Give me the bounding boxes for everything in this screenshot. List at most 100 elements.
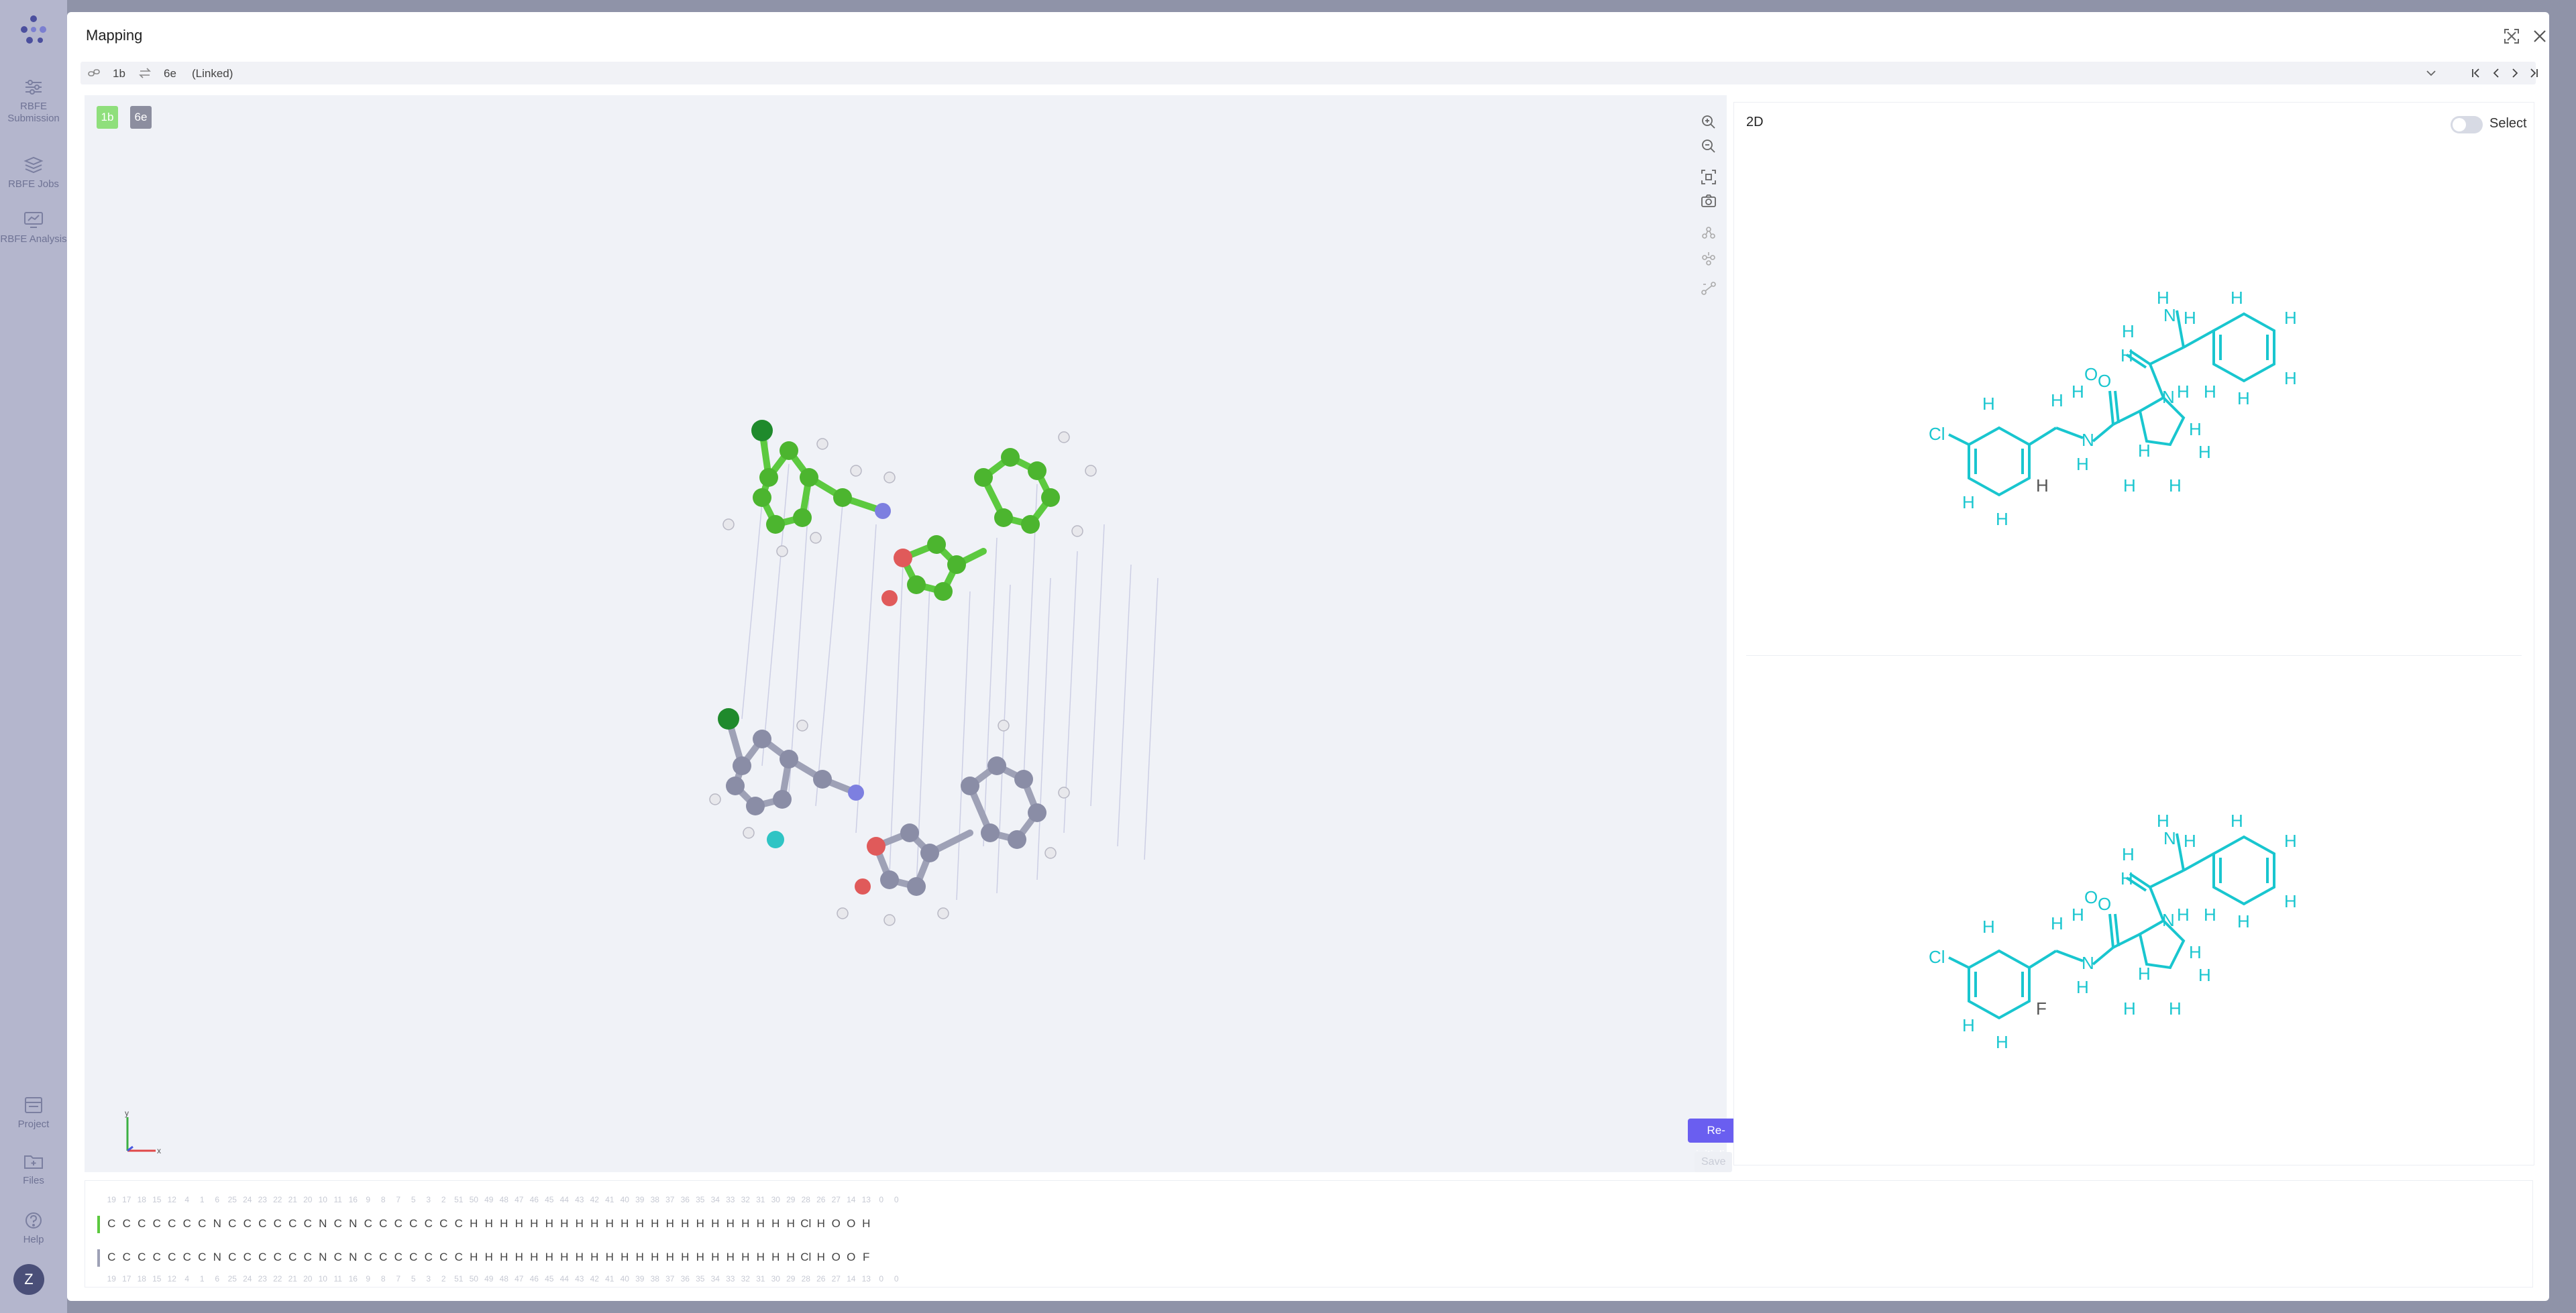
atom-cell[interactable]: H — [466, 1251, 482, 1264]
atom-cell[interactable]: H — [587, 1251, 602, 1264]
last-pair-icon[interactable] — [2528, 67, 2540, 79]
atom-cell[interactable]: H — [557, 1251, 572, 1264]
atom-cell[interactable]: H — [663, 1251, 678, 1264]
atom-cell[interactable]: N — [315, 1251, 331, 1264]
atom-cell[interactable]: C — [104, 1217, 119, 1231]
atom-cell[interactable]: C — [164, 1251, 180, 1264]
atom-cell[interactable]: H — [678, 1217, 693, 1231]
molecule-style-2-icon[interactable] — [1699, 248, 1718, 267]
atom-cell[interactable]: H — [723, 1251, 739, 1264]
atom-cell[interactable]: C — [376, 1217, 391, 1231]
atom-cell[interactable]: C — [150, 1251, 165, 1264]
atom-cell[interactable]: C — [361, 1251, 376, 1264]
atom-cell[interactable]: C — [195, 1217, 210, 1231]
ligand-a-tag[interactable]: 1b — [97, 106, 118, 129]
atom-cell[interactable]: C — [225, 1217, 240, 1231]
atom-cell[interactable]: H — [527, 1251, 542, 1264]
atom-cell[interactable]: H — [542, 1251, 557, 1264]
atom-cell[interactable]: H — [617, 1217, 633, 1231]
sidebar-item-rbfe-jobs[interactable]: RBFE Jobs — [0, 156, 67, 190]
fit-view-icon[interactable] — [1699, 168, 1718, 186]
atom-cell[interactable]: N — [210, 1217, 225, 1231]
atom-cell[interactable]: H — [753, 1251, 769, 1264]
atom-cell[interactable]: N — [315, 1217, 331, 1231]
atom-cell[interactable]: Cl — [798, 1251, 814, 1264]
atom-cell[interactable]: C — [240, 1251, 256, 1264]
atom-cell[interactable]: H — [617, 1251, 633, 1264]
sidebar-item-rbfe-submission[interactable]: RBFE Submission — [0, 78, 67, 125]
atom-cell[interactable]: C — [285, 1217, 301, 1231]
atom-cell[interactable]: H — [602, 1217, 618, 1231]
atom-cell[interactable]: C — [180, 1251, 195, 1264]
atom-cell[interactable]: H — [768, 1217, 784, 1231]
pair-selector[interactable]: 1b 6e (Linked) — [80, 62, 2538, 84]
atom-cell[interactable]: H — [527, 1217, 542, 1231]
atom-cell[interactable]: C — [240, 1217, 256, 1231]
atom-cell[interactable]: C — [301, 1251, 316, 1264]
atom-cell[interactable]: H — [678, 1251, 693, 1264]
atom-cell[interactable]: C — [255, 1251, 270, 1264]
atom-cell[interactable]: H — [542, 1217, 557, 1231]
atom-cell[interactable]: C — [451, 1251, 467, 1264]
atom-cell[interactable]: C — [134, 1251, 150, 1264]
atom-cell[interactable]: H — [738, 1217, 753, 1231]
atom-cell[interactable]: O — [828, 1251, 844, 1264]
sequence-row-ligand-a[interactable]: CCCCCCCNCCCCCCNCNCCCCCCCHHHHHHHHHHHHHHHH… — [97, 1216, 874, 1236]
atom-cell[interactable]: H — [633, 1251, 648, 1264]
atom-cell[interactable]: H — [602, 1251, 618, 1264]
atom-cell[interactable]: N — [345, 1251, 361, 1264]
atom-cell[interactable]: C — [180, 1217, 195, 1231]
chevron-down-icon[interactable] — [2424, 67, 2438, 79]
atom-cell[interactable]: H — [496, 1217, 512, 1231]
sequence-row-ligand-b[interactable]: CCCCCCCNCCCCCCNCNCCCCCCCHHHHHHHHHHHHHHHH… — [97, 1249, 874, 1269]
atom-cell[interactable]: C — [270, 1217, 286, 1231]
atom-cell[interactable]: H — [572, 1217, 588, 1231]
atom-cell[interactable]: C — [436, 1251, 451, 1264]
atom-cell[interactable]: C — [391, 1251, 407, 1264]
atom-cell[interactable]: O — [844, 1217, 859, 1231]
sidebar-item-rbfe-analysis[interactable]: RBFE Analysis — [0, 211, 67, 245]
atom-cell[interactable]: C — [451, 1217, 467, 1231]
atom-cell[interactable]: H — [708, 1251, 723, 1264]
atom-cell[interactable]: N — [345, 1217, 361, 1231]
atom-cell[interactable]: F — [859, 1251, 874, 1264]
ligand-b-2d-structure[interactable]: ClHH HHH NHO NHH HHH OHH HN H HHH HHH F — [1895, 760, 2365, 1108]
atom-cell[interactable]: C — [331, 1251, 346, 1264]
zoom-out-icon[interactable] — [1699, 137, 1718, 156]
atom-cell[interactable]: C — [195, 1251, 210, 1264]
atom-cell[interactable]: H — [647, 1251, 663, 1264]
atom-cell[interactable]: H — [647, 1217, 663, 1231]
atom-cell[interactable]: H — [482, 1251, 497, 1264]
molecule-style-1-icon[interactable] — [1699, 224, 1718, 243]
atom-cell[interactable]: H — [753, 1217, 769, 1231]
previous-pair-icon[interactable] — [2490, 67, 2502, 79]
atom-cell[interactable]: C — [331, 1217, 346, 1231]
first-pair-icon[interactable] — [2470, 67, 2482, 79]
camera-icon[interactable] — [1699, 192, 1718, 211]
atom-cell[interactable]: H — [738, 1251, 753, 1264]
atom-cell[interactable]: H — [814, 1251, 829, 1264]
atom-cell[interactable]: O — [828, 1217, 844, 1231]
3d-viewer[interactable]: 1b 6e y x Re- Save — [85, 95, 1745, 1172]
atom-cell[interactable]: H — [512, 1217, 527, 1231]
atom-cell[interactable]: C — [104, 1251, 119, 1264]
ligand-a-2d-structure[interactable]: ClHH HHH NHO NHH HHH OHH HN H HHH HHH H — [1895, 237, 2365, 585]
atom-cell[interactable]: H — [784, 1251, 799, 1264]
sidebar-item-help[interactable]: Help — [0, 1211, 67, 1246]
atom-cell[interactable]: C — [361, 1217, 376, 1231]
atom-cell[interactable]: C — [421, 1251, 437, 1264]
atom-cell[interactable]: C — [391, 1217, 407, 1231]
atom-cell[interactable]: C — [225, 1251, 240, 1264]
app-logo-icon[interactable] — [16, 12, 51, 47]
avatar[interactable]: Z — [13, 1264, 44, 1295]
atom-cell[interactable]: C — [270, 1251, 286, 1264]
atom-cell[interactable]: C — [421, 1217, 437, 1231]
atom-cell[interactable]: H — [784, 1217, 799, 1231]
atom-cell[interactable]: H — [663, 1217, 678, 1231]
atom-cell[interactable]: C — [164, 1217, 180, 1231]
atom-cell[interactable]: C — [285, 1251, 301, 1264]
select-toggle[interactable] — [2451, 116, 2483, 133]
atom-cell[interactable]: H — [587, 1217, 602, 1231]
atom-cell[interactable]: H — [482, 1217, 497, 1231]
atom-cell[interactable]: Cl — [798, 1217, 814, 1231]
